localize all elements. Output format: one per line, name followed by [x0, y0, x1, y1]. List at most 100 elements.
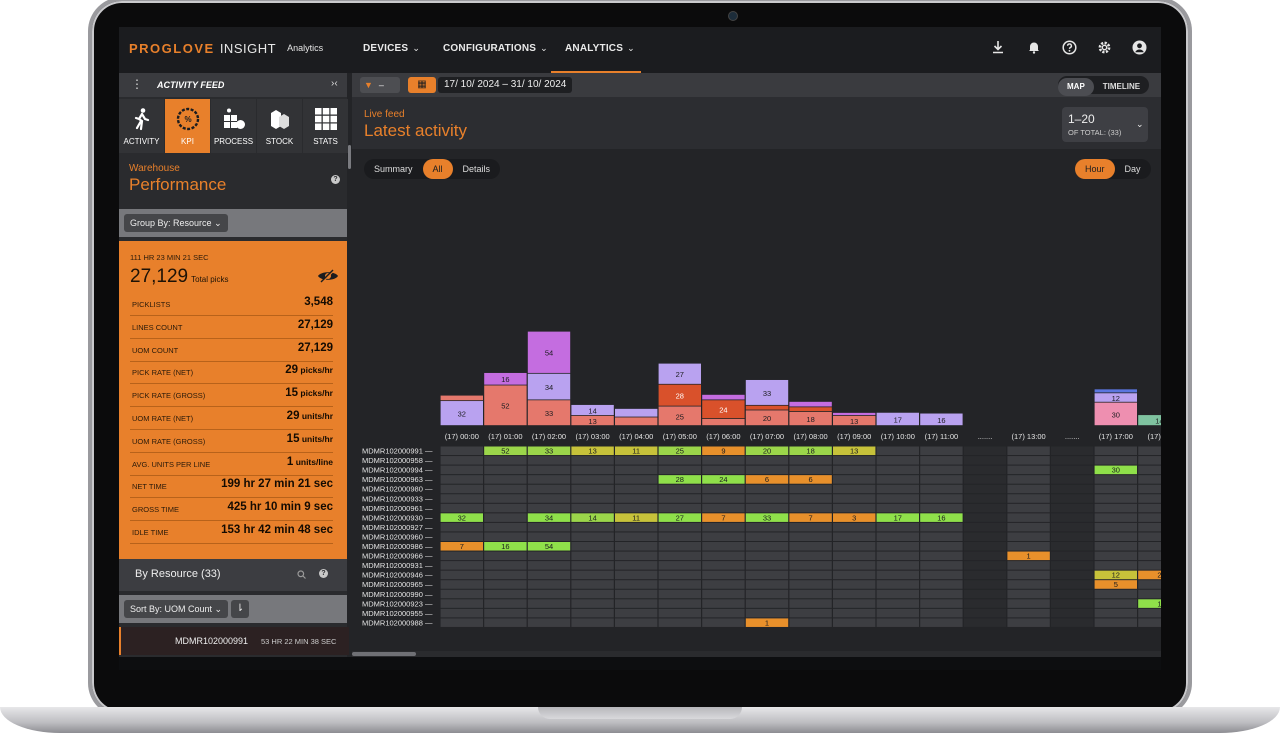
granularity-hour[interactable]: Hour	[1075, 159, 1115, 179]
heatmap-cell	[789, 503, 832, 513]
activity-feed-panel: ⋮ ACTIVITY FEED ›‹ ACTIVITY % KPI PROCES…	[119, 73, 351, 670]
detail-summary[interactable]: Summary	[364, 159, 423, 179]
tab-activity-label: ACTIVITY	[123, 137, 160, 146]
kpi-row: NET TIME 199 hr 27 min 21 sec	[130, 475, 333, 499]
heatmap-cell	[1051, 484, 1094, 494]
brand-logo[interactable]: PROGLOVE INSIGHT Analytics	[129, 41, 323, 56]
sort-by-label: Sort By: UOM Count	[130, 604, 213, 614]
heatmap-cell-value: 28	[676, 475, 684, 484]
heatmap-cell	[876, 570, 919, 580]
heatmap-cell	[789, 494, 832, 503]
nav-configurations[interactable]: CONFIGURATIONS ⌄	[443, 43, 548, 54]
heatmap-cell-value: 20	[763, 447, 771, 456]
heatmap-cell	[963, 608, 1007, 618]
heatmap-cell	[833, 503, 876, 513]
user-icon[interactable]	[1130, 40, 1148, 58]
help-icon[interactable]	[1060, 40, 1078, 58]
resource-duration: 53 HR 22 MIN 38 SEC	[261, 637, 337, 646]
heatmap-cell	[527, 589, 571, 599]
tab-process[interactable]: PROCESS	[211, 99, 256, 153]
row-label: MDMR102000986 —	[362, 542, 433, 551]
kpi-row: PICK RATE (GROSS) 15 picks/hr	[130, 384, 333, 408]
heatmap-cell	[789, 522, 832, 532]
kpi-label: UOM COUNT	[132, 345, 179, 355]
heatmap-cell	[833, 456, 876, 465]
heatmap-cell	[658, 570, 701, 580]
heatmap-cell	[920, 580, 963, 589]
heatmap-cell	[615, 456, 658, 465]
collapse-panel-icon[interactable]: ›‹	[331, 78, 338, 89]
heatmap-cell	[920, 503, 963, 513]
tab-kpi[interactable]: % KPI	[165, 99, 210, 153]
kpi-label: PICK RATE (GROSS)	[132, 391, 206, 401]
heatmap-cell-value: 54	[545, 542, 553, 551]
heatmap-cell	[702, 589, 745, 599]
detail-details[interactable]: Details	[453, 159, 501, 179]
stack-segment	[615, 417, 658, 426]
help-icon[interactable]: ?	[331, 175, 340, 184]
filter-button[interactable]: ▼ –	[360, 77, 400, 93]
heatmap-cell	[484, 551, 527, 561]
granularity-toggle: Hour Day	[1075, 159, 1151, 179]
heatmap-cell	[484, 618, 527, 627]
nav-analytics[interactable]: ANALYTICS ⌄	[565, 43, 635, 54]
view-map[interactable]: MAP	[1058, 78, 1094, 96]
pagination-select[interactable]: 1–20 OF TOTAL: (33) ⌄	[1062, 107, 1148, 142]
column-header: (17) 11:00	[925, 432, 959, 441]
tab-activity[interactable]: ACTIVITY	[119, 99, 164, 153]
heatmap-cell	[876, 532, 919, 541]
stock-icon	[270, 110, 289, 129]
group-by-select[interactable]: Group By: Resource ⌄	[124, 214, 228, 232]
heatmap-cell	[440, 599, 483, 608]
eye-slash-icon[interactable]	[317, 269, 339, 283]
download-icon[interactable]	[989, 40, 1007, 58]
column-header: (17) 10:00	[881, 432, 915, 441]
heatmap-cell	[745, 522, 789, 532]
heatmap-cell	[876, 446, 919, 456]
sort-order-icon[interactable]: ⇂	[231, 600, 249, 618]
tab-stock[interactable]: STOCK	[257, 99, 302, 153]
resource-row[interactable]: MDMR102000991 53 HR 22 MIN 38 SEC	[119, 627, 349, 655]
heatmap-cell	[1094, 456, 1137, 465]
kpi-label: LINES COUNT	[132, 322, 183, 332]
heatmap-cell	[963, 465, 1007, 475]
horizontal-scroll-thumb[interactable]	[352, 652, 416, 656]
help-icon[interactable]: ?	[319, 569, 328, 578]
heatmap-cell-value: 2	[1157, 571, 1161, 580]
kpi-value-number: 153 hr 42 min 48 sec	[221, 524, 333, 536]
panel-scrollbar[interactable]	[348, 145, 351, 169]
heatmap-cell	[1007, 580, 1050, 589]
heatmap-cell	[833, 551, 876, 561]
granularity-day[interactable]: Day	[1115, 159, 1151, 179]
heatmap-cell	[615, 522, 658, 532]
tab-stats[interactable]: STATS	[303, 99, 348, 153]
chevron-down-icon: ⌄	[214, 218, 222, 228]
kpi-value-number: 425 hr 10 min 9 sec	[227, 501, 333, 514]
heatmap-cell	[1007, 589, 1050, 599]
gear-icon[interactable]	[1095, 40, 1113, 58]
nav-devices[interactable]: DEVICES ⌄	[363, 43, 420, 54]
date-range-input[interactable]: 17/ 10/ 2024 – 31/ 10/ 2024	[438, 77, 573, 93]
row-label: MDMR102000990 —	[362, 590, 433, 599]
bell-icon[interactable]	[1025, 40, 1043, 58]
kebab-menu-icon[interactable]: ⋮	[131, 77, 143, 91]
search-icon[interactable]	[297, 570, 306, 581]
detail-all[interactable]: All	[422, 159, 453, 179]
feed-title: Latest activity	[364, 121, 467, 140]
heatmap-cell	[963, 456, 1007, 465]
view-timeline[interactable]: TIMELINE	[1094, 78, 1149, 96]
heatmap-cell	[702, 599, 745, 608]
calendar-icon[interactable]: ▦	[408, 77, 436, 93]
heatmap-cell	[527, 580, 571, 589]
heatmap-cell	[571, 484, 614, 494]
heatmap-cell	[1094, 513, 1137, 522]
heatmap-cell	[1094, 475, 1137, 484]
heatmap-cell-value: 11	[632, 513, 640, 522]
kpi-label: AVG. UNITS PER LINE	[132, 459, 211, 469]
sort-by-select[interactable]: Sort By: UOM Count ⌄	[124, 600, 229, 618]
heatmap-cell	[745, 542, 789, 551]
heatmap-cell	[920, 522, 963, 532]
heatmap-cell	[702, 561, 745, 570]
heatmap-cell	[963, 580, 1007, 589]
nav-analytics-label: ANALYTICS	[565, 43, 624, 54]
